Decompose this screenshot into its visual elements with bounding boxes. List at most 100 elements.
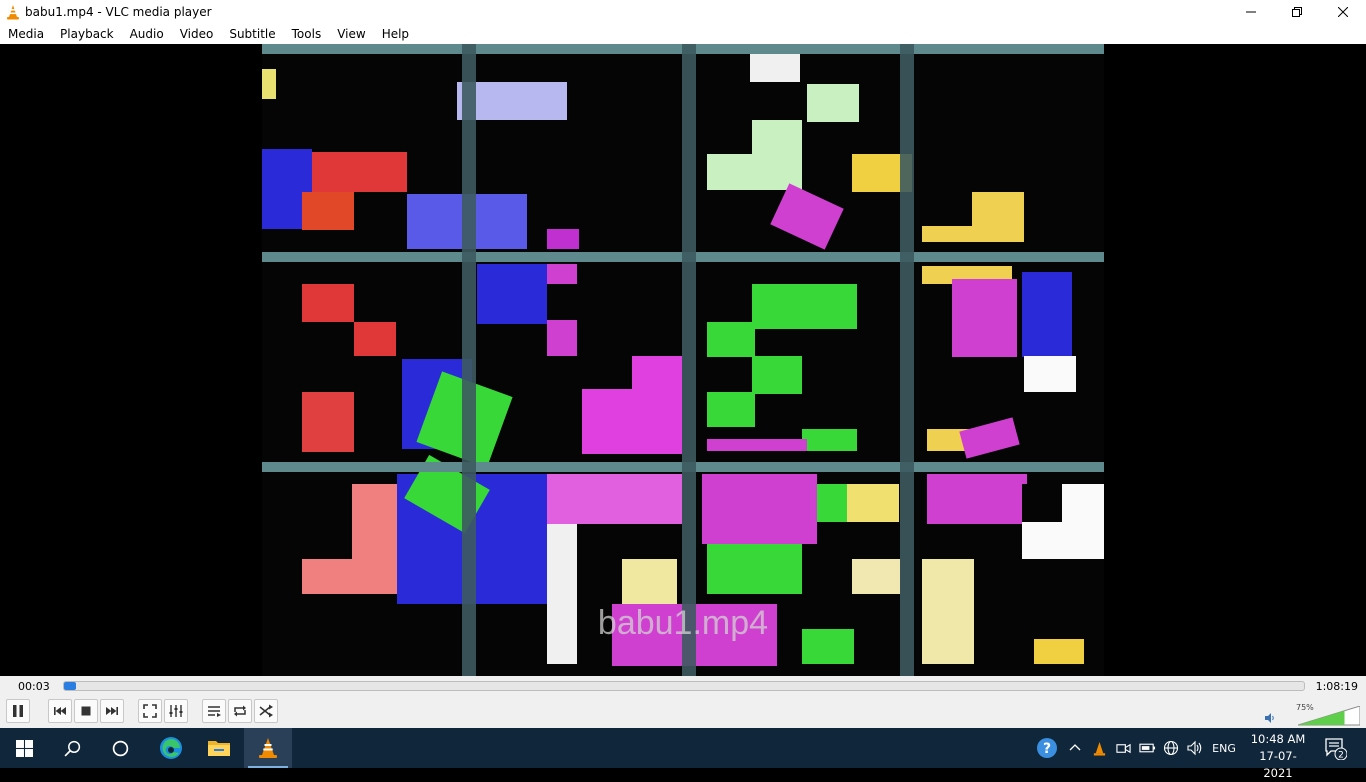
- video-block: [707, 544, 802, 594]
- notification-icon: 2: [1325, 738, 1347, 761]
- video-block: [752, 284, 857, 329]
- title-bar: babu1.mp4 - VLC media player: [0, 0, 1366, 24]
- fullscreen-icon: [143, 704, 157, 718]
- playlist-button[interactable]: [202, 699, 226, 723]
- taskbar-vlc[interactable]: [244, 728, 292, 768]
- video-block: [547, 264, 577, 284]
- menu-media[interactable]: Media: [0, 24, 52, 44]
- svg-text:?: ?: [1043, 741, 1051, 757]
- video-block: [972, 192, 1024, 242]
- video-area[interactable]: babu1.mp4: [0, 44, 1366, 676]
- video-block: [547, 474, 682, 524]
- loop-button[interactable]: [228, 699, 252, 723]
- pause-icon: [13, 705, 23, 717]
- vlc-cone-icon: [5, 4, 21, 20]
- fullscreen-button[interactable]: [138, 699, 162, 723]
- grid-line: [900, 44, 914, 676]
- menu-view[interactable]: View: [329, 24, 373, 44]
- video-block: [1024, 356, 1076, 392]
- taskbar-file-explorer[interactable]: [195, 728, 243, 768]
- pause-button[interactable]: [6, 699, 30, 723]
- start-button[interactable]: [0, 728, 48, 768]
- action-center-button[interactable]: 2: [1318, 728, 1352, 768]
- tray-volume[interactable]: [1184, 728, 1206, 768]
- video-block: [312, 152, 407, 192]
- volume-slider[interactable]: [1298, 706, 1360, 726]
- stop-button[interactable]: [74, 699, 98, 723]
- video-block: [302, 484, 352, 559]
- battery-icon: [1138, 743, 1155, 753]
- previous-button[interactable]: [48, 699, 72, 723]
- video-block: [802, 429, 857, 451]
- video-block: [477, 264, 547, 324]
- volume-control[interactable]: 75%: [1264, 700, 1362, 726]
- previous-icon: [54, 707, 66, 715]
- menu-video[interactable]: Video: [172, 24, 222, 44]
- notification-count: 2: [1338, 751, 1344, 761]
- menu-bar: Media Playback Audio Video Subtitle Tool…: [0, 24, 1366, 44]
- extended-settings-icon: [169, 705, 183, 717]
- grid-line: [682, 44, 696, 676]
- next-icon: [106, 707, 118, 715]
- windows-start-icon: [15, 739, 33, 757]
- task-view-icon: [112, 740, 128, 756]
- video-block: [927, 474, 1027, 524]
- video-block: [1022, 272, 1072, 357]
- vlc-icon: [259, 738, 277, 758]
- search-icon: [63, 740, 80, 757]
- video-block: [807, 84, 859, 122]
- menu-playback[interactable]: Playback: [52, 24, 122, 44]
- speaker-icon[interactable]: [1264, 712, 1276, 724]
- video-block: [817, 484, 847, 522]
- video-block: [707, 154, 755, 190]
- close-button[interactable]: [1320, 0, 1366, 24]
- file-explorer-icon: [208, 741, 230, 756]
- total-time[interactable]: 1:08:19: [1316, 680, 1358, 693]
- seek-bar-row: 00:03 1:08:19: [0, 676, 1366, 696]
- tray-network[interactable]: [1160, 728, 1182, 768]
- edge-icon: [160, 737, 182, 759]
- restore-button[interactable]: [1274, 0, 1320, 24]
- elapsed-time[interactable]: 00:03: [18, 680, 50, 693]
- search-button[interactable]: [48, 728, 96, 768]
- video-block: [922, 226, 977, 242]
- tray-clock[interactable]: 10:48 AM 17-07-2021: [1246, 731, 1310, 782]
- video-block: [302, 192, 354, 230]
- restore-icon: [1292, 7, 1302, 17]
- video-block: [702, 474, 817, 544]
- minimize-button[interactable]: [1228, 0, 1274, 24]
- tray-language[interactable]: ENG: [1208, 728, 1240, 768]
- speaker-icon: [1187, 740, 1202, 756]
- task-view-button[interactable]: [96, 728, 144, 768]
- playlist-icon: [208, 706, 221, 717]
- menu-tools[interactable]: Tools: [284, 24, 330, 44]
- next-button[interactable]: [100, 699, 124, 723]
- video-block: [632, 356, 682, 396]
- menu-audio[interactable]: Audio: [122, 24, 172, 44]
- video-block: [547, 229, 579, 249]
- video-block: [707, 392, 755, 427]
- video-block: [707, 322, 755, 357]
- close-icon: [1338, 7, 1348, 17]
- window-title: babu1.mp4 - VLC media player: [25, 5, 212, 19]
- menu-help[interactable]: Help: [374, 24, 417, 44]
- video-block: [262, 69, 276, 99]
- video-block: [770, 183, 844, 250]
- tray-meet[interactable]: [1112, 728, 1134, 768]
- video-block: [752, 120, 802, 190]
- video-block: [1022, 484, 1062, 522]
- playback-controls: 75%: [0, 696, 1366, 728]
- menu-subtitle[interactable]: Subtitle: [221, 24, 283, 44]
- minimize-icon: [1246, 11, 1256, 13]
- tray-help[interactable]: ?: [1034, 728, 1060, 768]
- extended-settings-button[interactable]: [164, 699, 188, 723]
- video-block: [302, 284, 354, 322]
- shuffle-button[interactable]: [254, 699, 278, 723]
- taskbar-edge[interactable]: [147, 728, 195, 768]
- vlc-tray-icon: [1093, 741, 1105, 756]
- tray-vlc[interactable]: [1088, 728, 1110, 768]
- tray-show-hidden[interactable]: [1064, 728, 1086, 768]
- tray-battery[interactable]: [1136, 728, 1158, 768]
- video-block: [750, 52, 800, 82]
- seek-slider[interactable]: [63, 681, 1305, 691]
